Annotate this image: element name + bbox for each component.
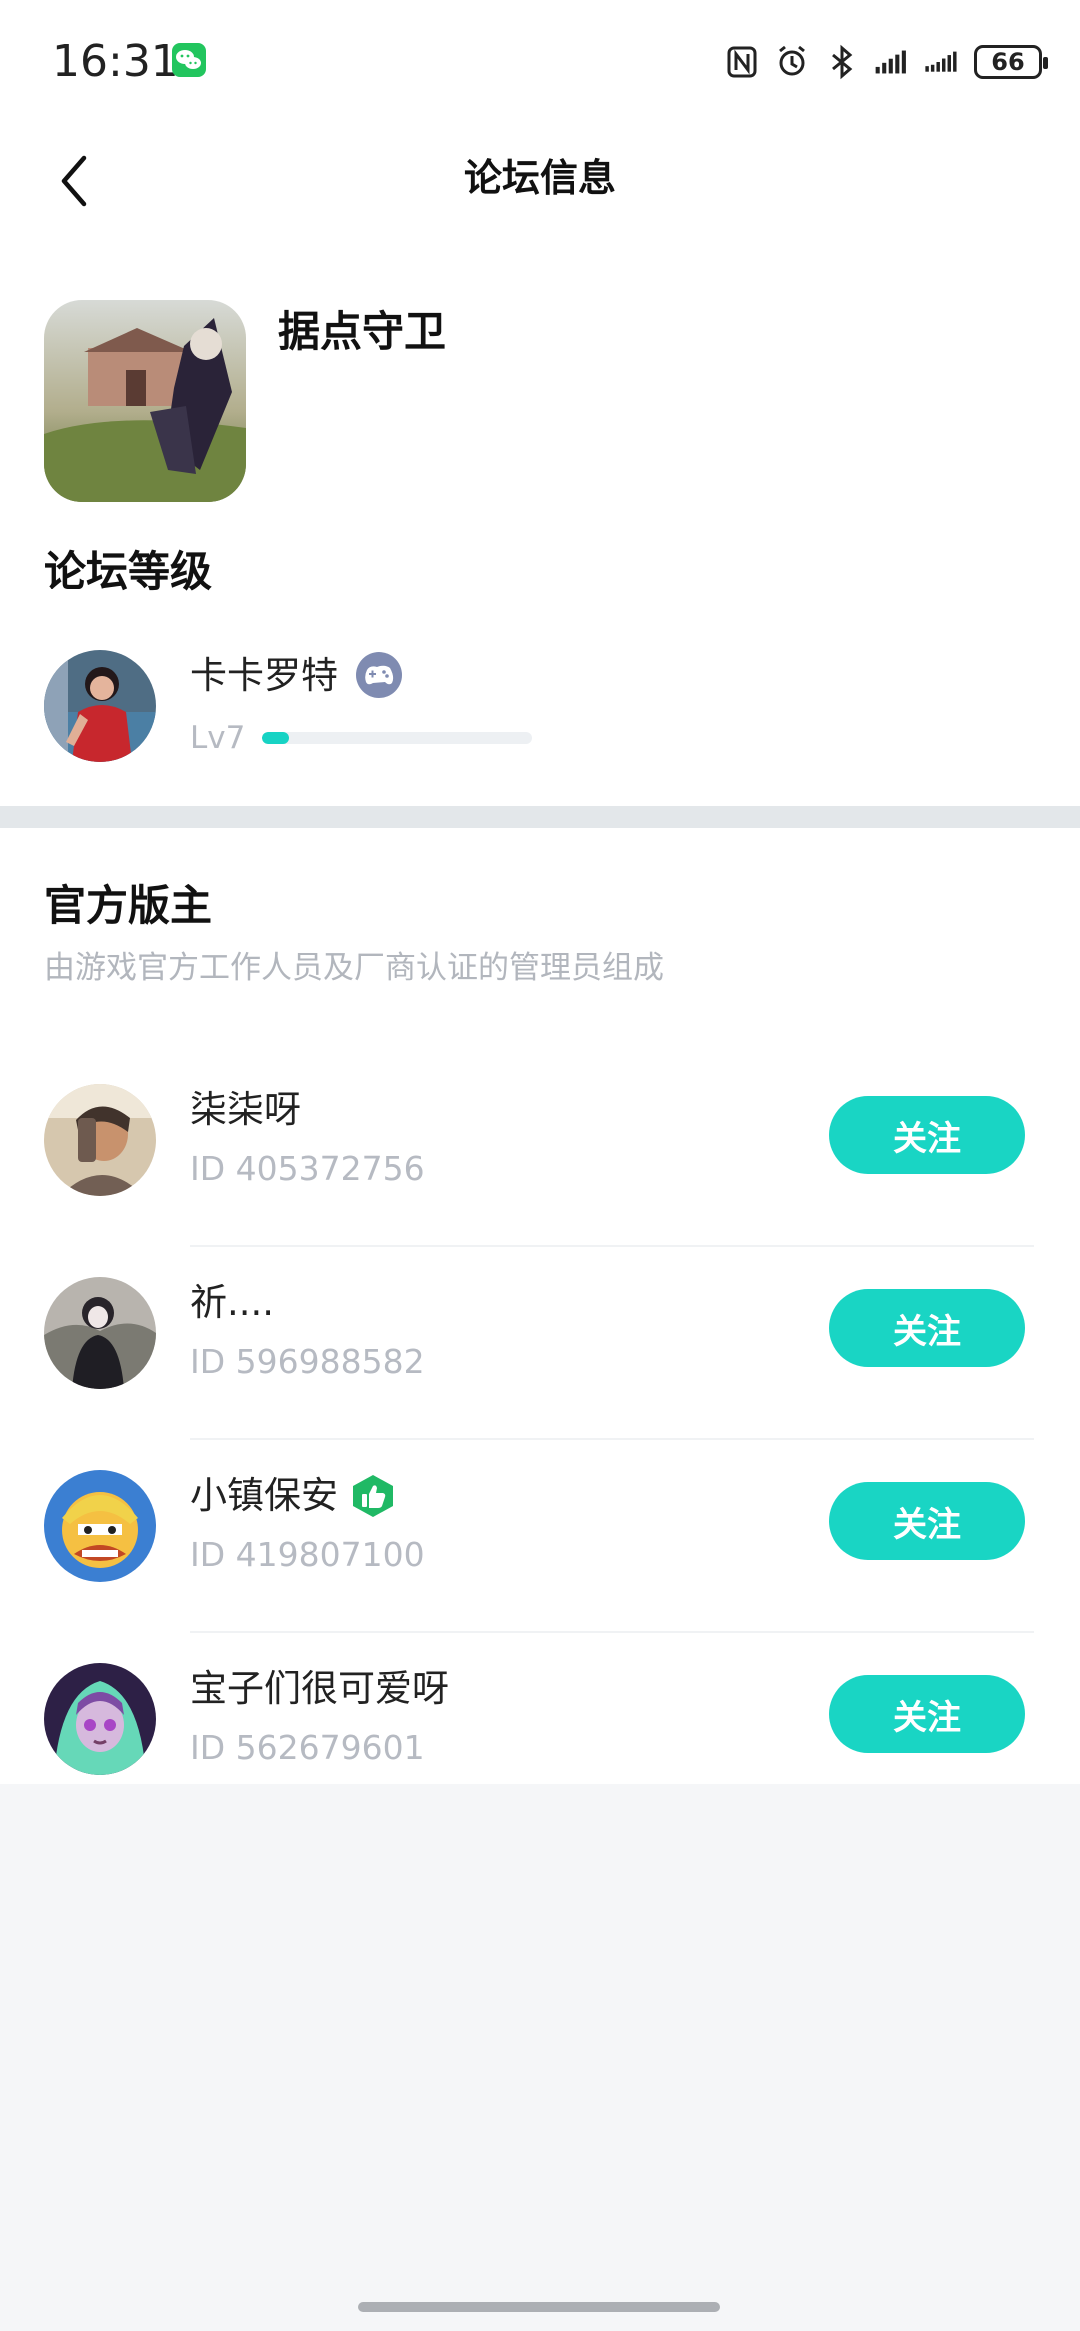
home-indicator[interactable] <box>358 2302 720 2312</box>
section-divider <box>0 806 1080 828</box>
moderator-name: 小镇保安 <box>190 1474 338 1517</box>
moderator-name: 祈.... <box>190 1281 275 1324</box>
forum-info-card: 据点守卫 论坛等级 卡卡罗特 Lv7 <box>0 240 1080 806</box>
moderator-name-wrap: 宝子们很可爱呀 <box>190 1663 449 1715</box>
avatar[interactable] <box>44 1084 156 1196</box>
moderator-row[interactable]: 祈.... ID 596988582 关注 <box>0 1247 1080 1440</box>
bluetooth-icon <box>832 44 853 80</box>
moderator-row[interactable]: 宝子们很可爱呀 ID 562679601 关注 <box>0 1633 1080 1826</box>
avatar[interactable] <box>44 1277 156 1389</box>
moderator-row[interactable]: 小镇保安 ID 419807100 关注 <box>0 1440 1080 1633</box>
moderator-row[interactable]: 柒柒呀 ID 405372756 关注 <box>0 1054 1080 1247</box>
level-progress-fill <box>262 732 289 744</box>
moderator-id: ID 562679601 <box>190 1728 425 1767</box>
gamepad-icon <box>356 652 402 698</box>
avatar[interactable] <box>44 650 156 762</box>
follow-button[interactable]: 关注 <box>829 1096 1025 1174</box>
status-time: 16:31 <box>52 36 179 87</box>
follow-button[interactable]: 关注 <box>829 1482 1025 1560</box>
page-title: 论坛信息 <box>463 156 616 200</box>
follow-button[interactable]: 关注 <box>829 1675 1025 1753</box>
moderator-id: ID 405372756 <box>190 1149 425 1188</box>
user-name: 卡卡罗特 <box>190 654 338 697</box>
title-bar: 论坛信息 <box>0 120 1080 240</box>
moderator-name-wrap: 小镇保安 <box>190 1470 396 1522</box>
moderators-subtitle: 由游戏官方工作人员及厂商认证的管理员组成 <box>44 950 664 986</box>
moderator-name: 宝子们很可爱呀 <box>190 1667 449 1710</box>
moderator-id: ID 419807100 <box>190 1535 425 1574</box>
moderator-name: 柒柒呀 <box>190 1088 301 1131</box>
wechat-icon <box>172 43 206 77</box>
moderator-id: ID 596988582 <box>190 1342 425 1381</box>
moderator-list: 柒柒呀 ID 405372756 关注 祈.... ID 596988582 关… <box>0 1054 1080 1826</box>
battery-icon: 66 <box>974 45 1048 79</box>
moderators-heading: 官方版主 <box>44 881 213 930</box>
status-icons: 66 <box>724 42 1048 82</box>
status-bar: 16:31 66 <box>0 0 1080 120</box>
nfc-icon <box>727 46 757 78</box>
moderator-name-wrap: 柒柒呀 <box>190 1084 301 1136</box>
game-name: 据点守卫 <box>278 307 447 356</box>
moderators-card: 官方版主 由游戏官方工作人员及厂商认证的管理员组成 柒柒呀 ID 4053727… <box>0 828 1080 1784</box>
level-progress-bar <box>262 732 532 744</box>
alarm-icon <box>779 45 805 76</box>
follow-button[interactable]: 关注 <box>829 1289 1025 1367</box>
game-icon <box>44 300 246 502</box>
battery-level: 66 <box>991 48 1025 76</box>
user-level: Lv7 <box>190 720 246 756</box>
forum-info-page: 16:31 66 论坛信息 据点守卫 论坛等级 卡卡罗特 Lv7 官方版主 由游… <box>0 0 1080 2331</box>
avatar[interactable] <box>44 1663 156 1775</box>
signal-icon <box>875 50 906 74</box>
moderator-name-wrap: 祈.... <box>190 1277 274 1329</box>
thumbs-up-icon <box>353 1475 393 1517</box>
level-heading: 论坛等级 <box>44 547 213 596</box>
signal-icon <box>925 51 957 72</box>
avatar[interactable] <box>44 1470 156 1582</box>
